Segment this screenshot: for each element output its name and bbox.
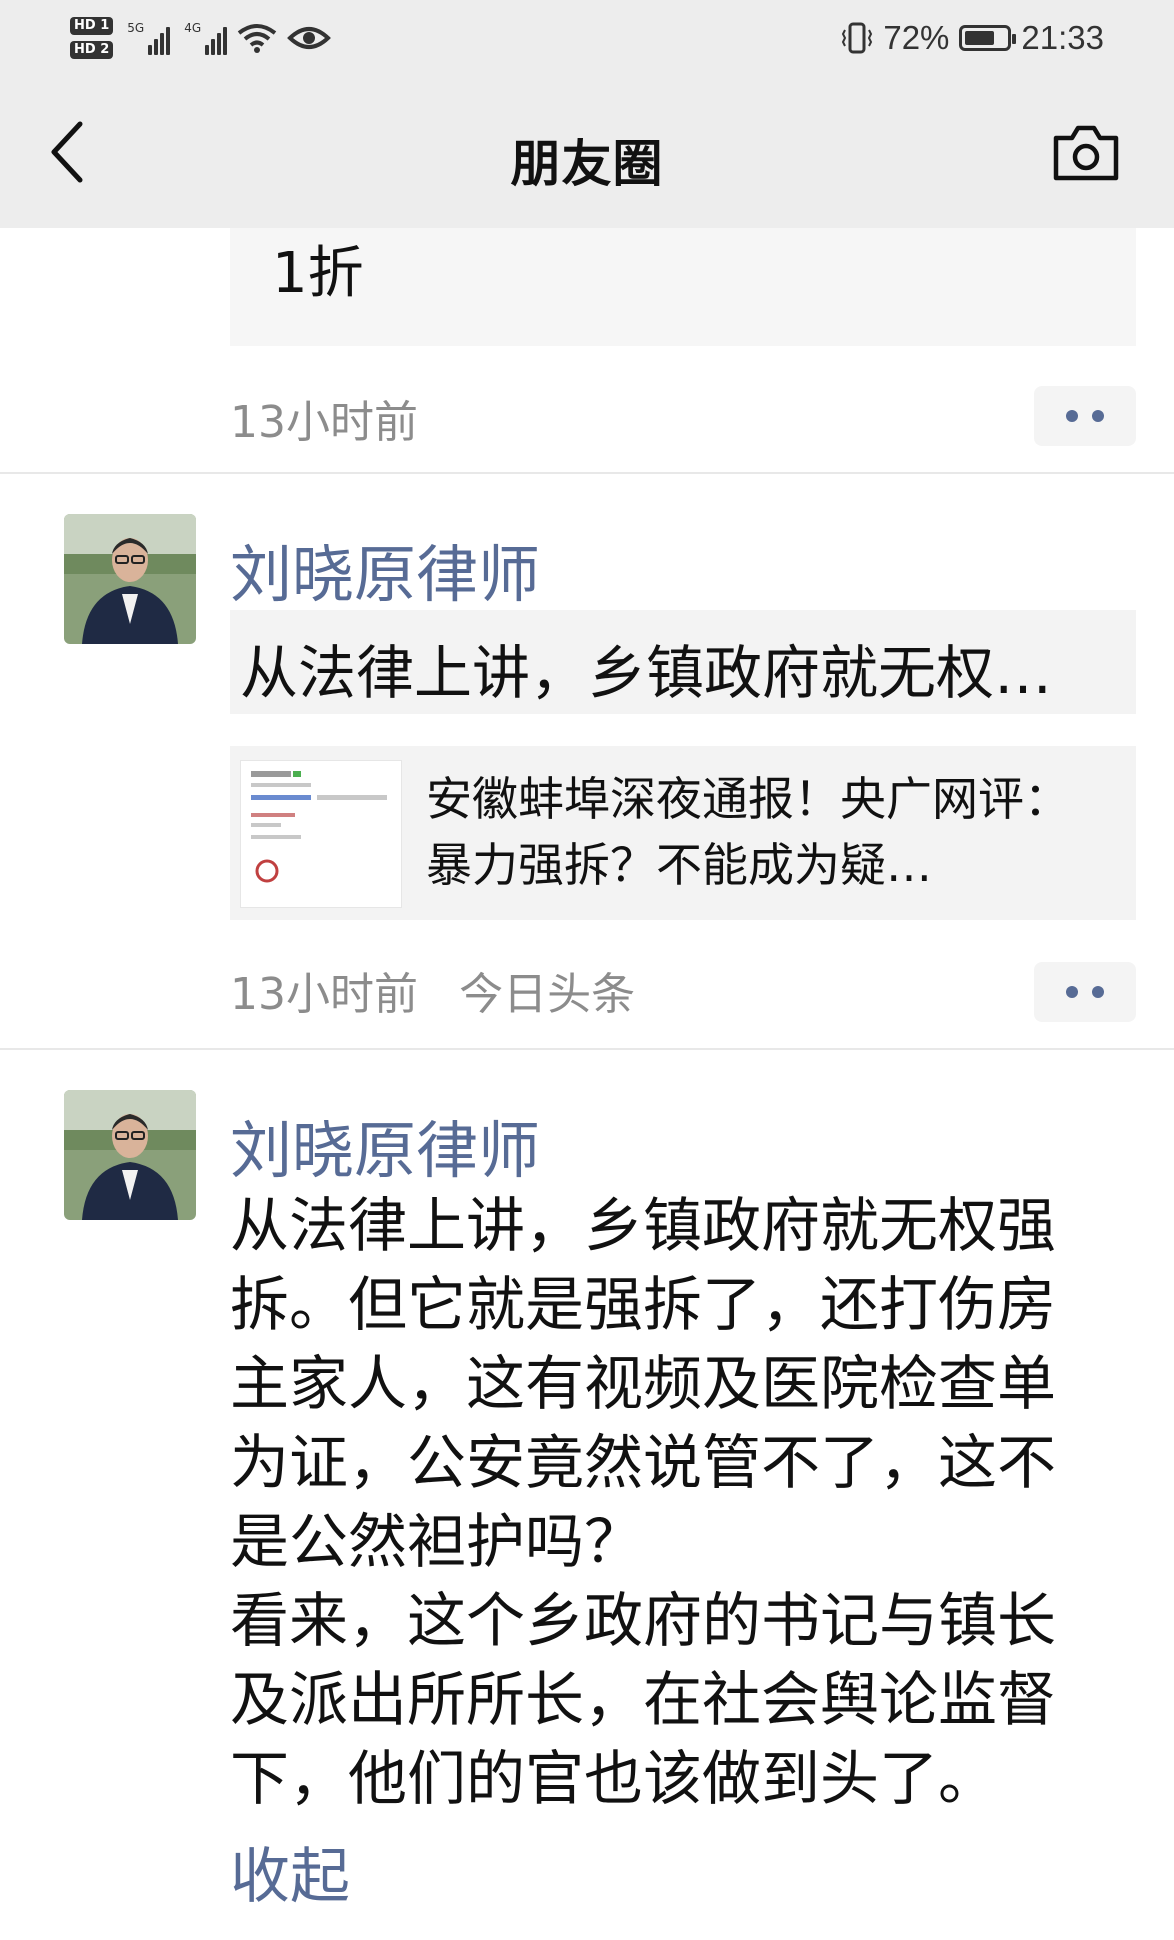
avatar[interactable] (64, 514, 196, 644)
clock: 21:33 (1021, 19, 1104, 56)
article-thumbnail (240, 760, 402, 908)
article-title: 安徽蚌埠深夜通报！央广网评：暴力强拆？不能成为疑… (426, 772, 1070, 892)
author-name[interactable]: 刘晓原律师 (230, 524, 540, 614)
wifi-icon (237, 24, 277, 53)
post-meta: 13小时前 今日头条 (230, 958, 635, 1022)
divider (0, 1048, 1174, 1050)
author-name[interactable]: 刘晓原律师 (230, 1100, 540, 1190)
battery-percent: 72% (883, 19, 950, 56)
post-text: 从法律上讲，乡镇政府就无权强拆。但它就是强拆了，还打伤房主家人，这有视频及医院检… (230, 1191, 1057, 1813)
status-left: HD 1 HD 2 5G 4G (70, 8, 332, 68)
vibrate-icon (842, 22, 873, 54)
signal-icon: 5G (127, 21, 171, 55)
previous-post-content[interactable]: 1折 (230, 228, 1136, 346)
previous-post-text: 1折 (272, 241, 364, 306)
previous-post-meta: 13小时前 (230, 386, 418, 450)
divider (0, 472, 1174, 474)
more-options-button[interactable] (1034, 962, 1136, 1022)
eye-icon (287, 27, 332, 49)
status-right: 72% 21:33 (841, 10, 1104, 66)
battery-fill (965, 31, 995, 45)
status-bar: HD 1 HD 2 5G 4G 72% 21:33 (0, 0, 1174, 76)
network-type-2: 4G (184, 21, 202, 35)
dot-icon (1066, 986, 1078, 998)
signal-icon: 4G (184, 21, 228, 55)
avatar-image (64, 1090, 196, 1220)
post-time: 13小时前 (230, 397, 418, 448)
article-link-card[interactable]: 安徽蚌埠深夜通报！央广网评：暴力强拆？不能成为疑… (230, 746, 1136, 920)
forwarded-text-box[interactable]: 从法律上讲，乡镇政府就无权… (230, 610, 1136, 714)
forwarded-text: 从法律上讲，乡镇政府就无权… (240, 639, 1053, 707)
battery-icon (959, 25, 1017, 51)
hd-badge-1: HD 1 (70, 17, 114, 35)
dot-icon (1092, 410, 1104, 422)
post-time: 13小时前 (230, 969, 418, 1020)
page-title: 朋友圈 (510, 135, 664, 193)
dot-icon (1066, 410, 1078, 422)
camera-icon[interactable] (1052, 122, 1120, 182)
article-thumbnail-image (251, 771, 387, 883)
post-source[interactable]: 今日头条 (459, 969, 635, 1020)
dot-icon (1092, 986, 1104, 998)
network-type-1: 5G (127, 21, 145, 35)
hd-badges: HD 1 HD 2 (70, 17, 114, 59)
collapse-link[interactable]: 收起 (230, 1828, 350, 1915)
hd-badge-2: HD 2 (70, 41, 114, 59)
avatar[interactable] (64, 1090, 196, 1220)
avatar-image (64, 514, 196, 644)
nav-bar: 朋友圈 (0, 76, 1174, 228)
more-options-button[interactable] (1034, 386, 1136, 446)
